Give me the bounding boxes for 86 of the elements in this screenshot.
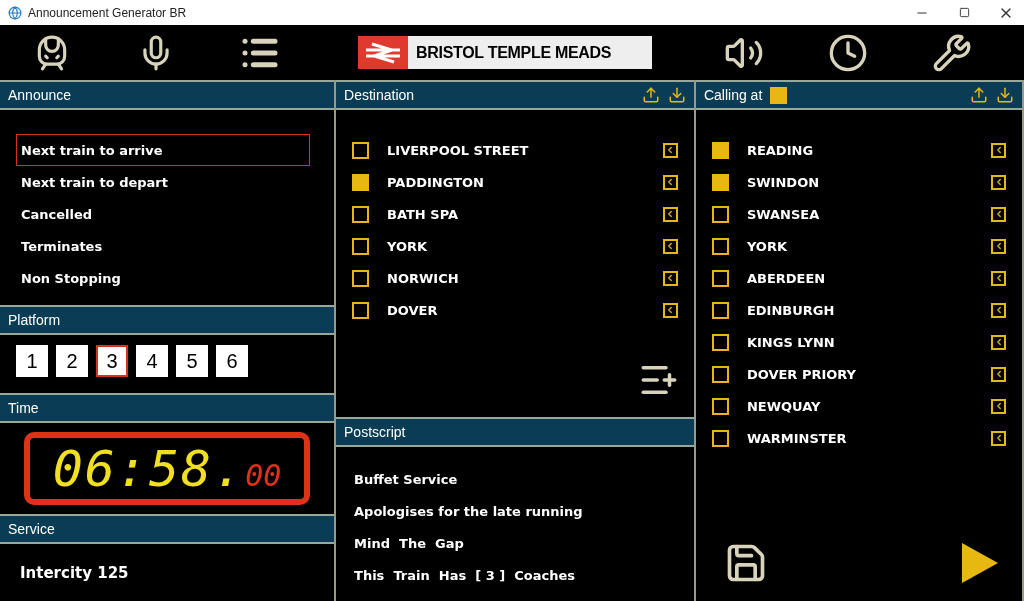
select-all-checkbox[interactable] bbox=[770, 86, 788, 104]
app-icon bbox=[8, 5, 22, 20]
station-label: LIVERPOOL STREET bbox=[387, 142, 530, 158]
move-button[interactable] bbox=[662, 270, 678, 286]
platform-button[interactable]: 2 bbox=[56, 345, 88, 377]
platform-button[interactable]: 6 bbox=[216, 345, 248, 377]
platform-button[interactable]: 5 bbox=[176, 345, 208, 377]
download-icon[interactable] bbox=[996, 86, 1014, 104]
clock-icon[interactable] bbox=[828, 32, 868, 73]
move-button[interactable] bbox=[991, 334, 1006, 350]
panel-title: Calling at bbox=[703, 87, 763, 103]
station-label: NORWICH bbox=[387, 270, 460, 286]
platform-button[interactable]: 3 bbox=[96, 345, 128, 377]
station-name: BRISTOL TEMPLE MEADS bbox=[408, 36, 652, 69]
announce-option[interactable]: Next train to arrive bbox=[16, 134, 311, 166]
move-button[interactable] bbox=[991, 206, 1006, 222]
tools-icon[interactable] bbox=[932, 32, 972, 73]
station-label: PADDINGTON bbox=[387, 174, 485, 190]
station-label: ABERDEEN bbox=[746, 270, 827, 286]
station-label: YORK bbox=[387, 238, 429, 254]
play-icon[interactable] bbox=[962, 543, 998, 583]
postscript-item[interactable]: Apologises for the late running bbox=[336, 495, 694, 527]
panel-title: Platform bbox=[8, 312, 62, 328]
checkbox[interactable] bbox=[352, 237, 370, 255]
station-label: KINGS LYNN bbox=[746, 334, 836, 350]
move-button[interactable] bbox=[991, 430, 1006, 446]
checkbox[interactable] bbox=[352, 301, 370, 319]
checkbox[interactable] bbox=[711, 141, 729, 159]
panel-title: Postscript bbox=[344, 424, 407, 440]
window-title: Announcement Generator BR bbox=[28, 5, 188, 20]
move-button[interactable] bbox=[991, 238, 1006, 254]
service-name: Intercity 125 bbox=[19, 563, 130, 584]
announce-option[interactable]: Non Stopping bbox=[16, 262, 311, 294]
move-button[interactable] bbox=[662, 174, 678, 190]
move-button[interactable] bbox=[662, 302, 678, 318]
upload-icon[interactable] bbox=[970, 86, 988, 104]
checkbox[interactable] bbox=[711, 429, 729, 447]
checkbox[interactable] bbox=[352, 173, 370, 191]
station-label: BATH SPA bbox=[387, 206, 460, 222]
panel-title: Service bbox=[8, 521, 56, 537]
station-label: NEWQUAY bbox=[746, 398, 822, 414]
station-label: DOVER bbox=[387, 302, 439, 318]
upload-icon[interactable] bbox=[641, 86, 660, 104]
move-button[interactable] bbox=[662, 206, 678, 222]
clock-time: 06:58. bbox=[52, 439, 246, 498]
postscript-item[interactable]: Buffet Service bbox=[336, 463, 694, 495]
checkbox[interactable] bbox=[711, 237, 729, 255]
move-button[interactable] bbox=[991, 302, 1006, 318]
station-label: READING bbox=[746, 142, 815, 158]
maximize-icon[interactable] bbox=[958, 7, 970, 18]
checkbox[interactable] bbox=[711, 365, 729, 383]
checkbox[interactable] bbox=[711, 333, 729, 351]
move-button[interactable] bbox=[662, 142, 678, 158]
checkbox[interactable] bbox=[711, 301, 729, 319]
station-label: EDINBURGH bbox=[746, 302, 836, 318]
station-label: SWINDON bbox=[746, 174, 821, 190]
move-button[interactable] bbox=[991, 398, 1006, 414]
checkbox[interactable] bbox=[352, 141, 370, 159]
checkbox[interactable] bbox=[711, 173, 729, 191]
panel-title: Destination bbox=[344, 87, 416, 103]
move-button[interactable] bbox=[991, 174, 1006, 190]
platform-button[interactable]: 1 bbox=[16, 345, 48, 377]
checkbox[interactable] bbox=[711, 397, 729, 415]
checkbox[interactable] bbox=[711, 205, 729, 223]
checkbox[interactable] bbox=[352, 205, 370, 223]
checkbox[interactable] bbox=[352, 269, 370, 287]
clock-seconds: 00 bbox=[245, 458, 282, 493]
postscript-item[interactable]: This Train Has [ 3 ] Coaches bbox=[336, 559, 694, 591]
station-label: DOVER PRIORY bbox=[746, 366, 858, 382]
station-label: WARMINSTER bbox=[746, 430, 848, 446]
download-icon[interactable] bbox=[667, 86, 686, 104]
logo-icon bbox=[358, 36, 408, 69]
move-button[interactable] bbox=[991, 270, 1006, 286]
move-button[interactable] bbox=[991, 142, 1006, 158]
announce-option[interactable]: Cancelled bbox=[16, 198, 311, 230]
station-label: SWANSEA bbox=[746, 206, 821, 222]
platform-button[interactable]: 4 bbox=[136, 345, 168, 377]
move-button[interactable] bbox=[991, 366, 1006, 382]
panel-title: Announce bbox=[8, 87, 73, 103]
postscript-item[interactable]: Mind The Gap bbox=[336, 527, 694, 559]
panel-title: Time bbox=[8, 400, 40, 416]
announce-option[interactable]: Next train to depart bbox=[16, 166, 311, 198]
station-label: YORK bbox=[746, 238, 788, 254]
move-button[interactable] bbox=[662, 238, 678, 254]
announce-option[interactable]: Terminates bbox=[16, 230, 311, 262]
checkbox[interactable] bbox=[711, 269, 729, 287]
